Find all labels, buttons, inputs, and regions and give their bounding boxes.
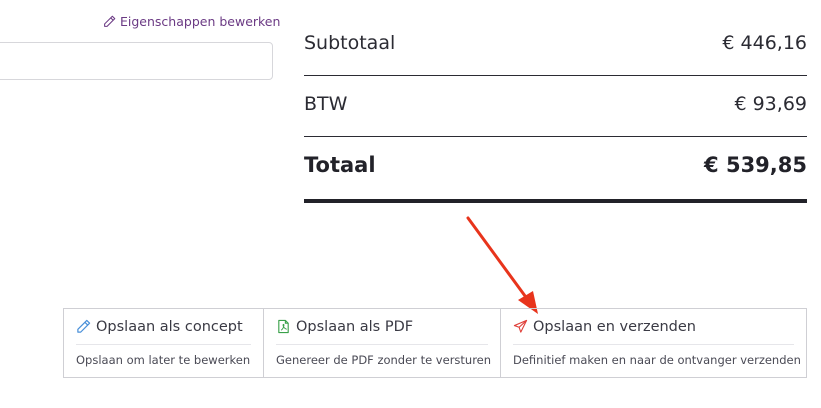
paper-plane-icon: [513, 319, 528, 333]
save-and-send-description: Definitief maken en naar de ontvanger ve…: [513, 353, 801, 367]
total-value: € 539,85: [704, 153, 807, 177]
save-and-send-button[interactable]: Opslaan en verzenden Definitief maken en…: [500, 309, 806, 377]
save-as-draft-button[interactable]: Opslaan als concept Opslaan om later te …: [64, 309, 263, 377]
save-as-pdf-description: Genereer de PDF zonder te versturen: [276, 353, 492, 367]
total-row: Totaal € 539,85: [304, 153, 807, 177]
properties-text-field[interactable]: [0, 42, 273, 80]
subtotal-divider: [304, 75, 807, 76]
save-actions: Opslaan als concept Opslaan om later te …: [63, 308, 807, 378]
total-label: Totaal: [304, 153, 376, 177]
save-as-draft-description: Opslaan om later te bewerken: [76, 353, 251, 367]
vat-divider: [304, 136, 807, 137]
vat-value: € 93,69: [734, 93, 807, 115]
pencil-icon: [77, 319, 91, 333]
save-and-send-header: Opslaan en verzenden: [513, 309, 794, 345]
subtotal-row: Subtotaal € 446,16: [304, 32, 807, 54]
save-as-draft-title: Opslaan als concept: [96, 318, 243, 335]
subtotal-value: € 446,16: [722, 32, 807, 54]
save-as-pdf-title: Opslaan als PDF: [296, 318, 414, 335]
total-divider: [304, 199, 807, 203]
vat-label: BTW: [304, 93, 348, 115]
save-as-pdf-button[interactable]: Opslaan als PDF Genereer de PDF zonder t…: [263, 309, 500, 377]
pencil-icon: [104, 15, 116, 27]
edit-properties-label: Eigenschappen bewerken: [120, 14, 281, 29]
vat-row: BTW € 93,69: [304, 93, 807, 115]
save-as-pdf-header: Opslaan als PDF: [276, 309, 488, 345]
pdf-file-icon: [278, 319, 289, 334]
save-as-draft-header: Opslaan als concept: [76, 309, 251, 345]
edit-properties-link[interactable]: Eigenschappen bewerken: [103, 14, 280, 29]
subtotal-label: Subtotaal: [304, 32, 396, 54]
save-and-send-title: Opslaan en verzenden: [533, 318, 696, 335]
